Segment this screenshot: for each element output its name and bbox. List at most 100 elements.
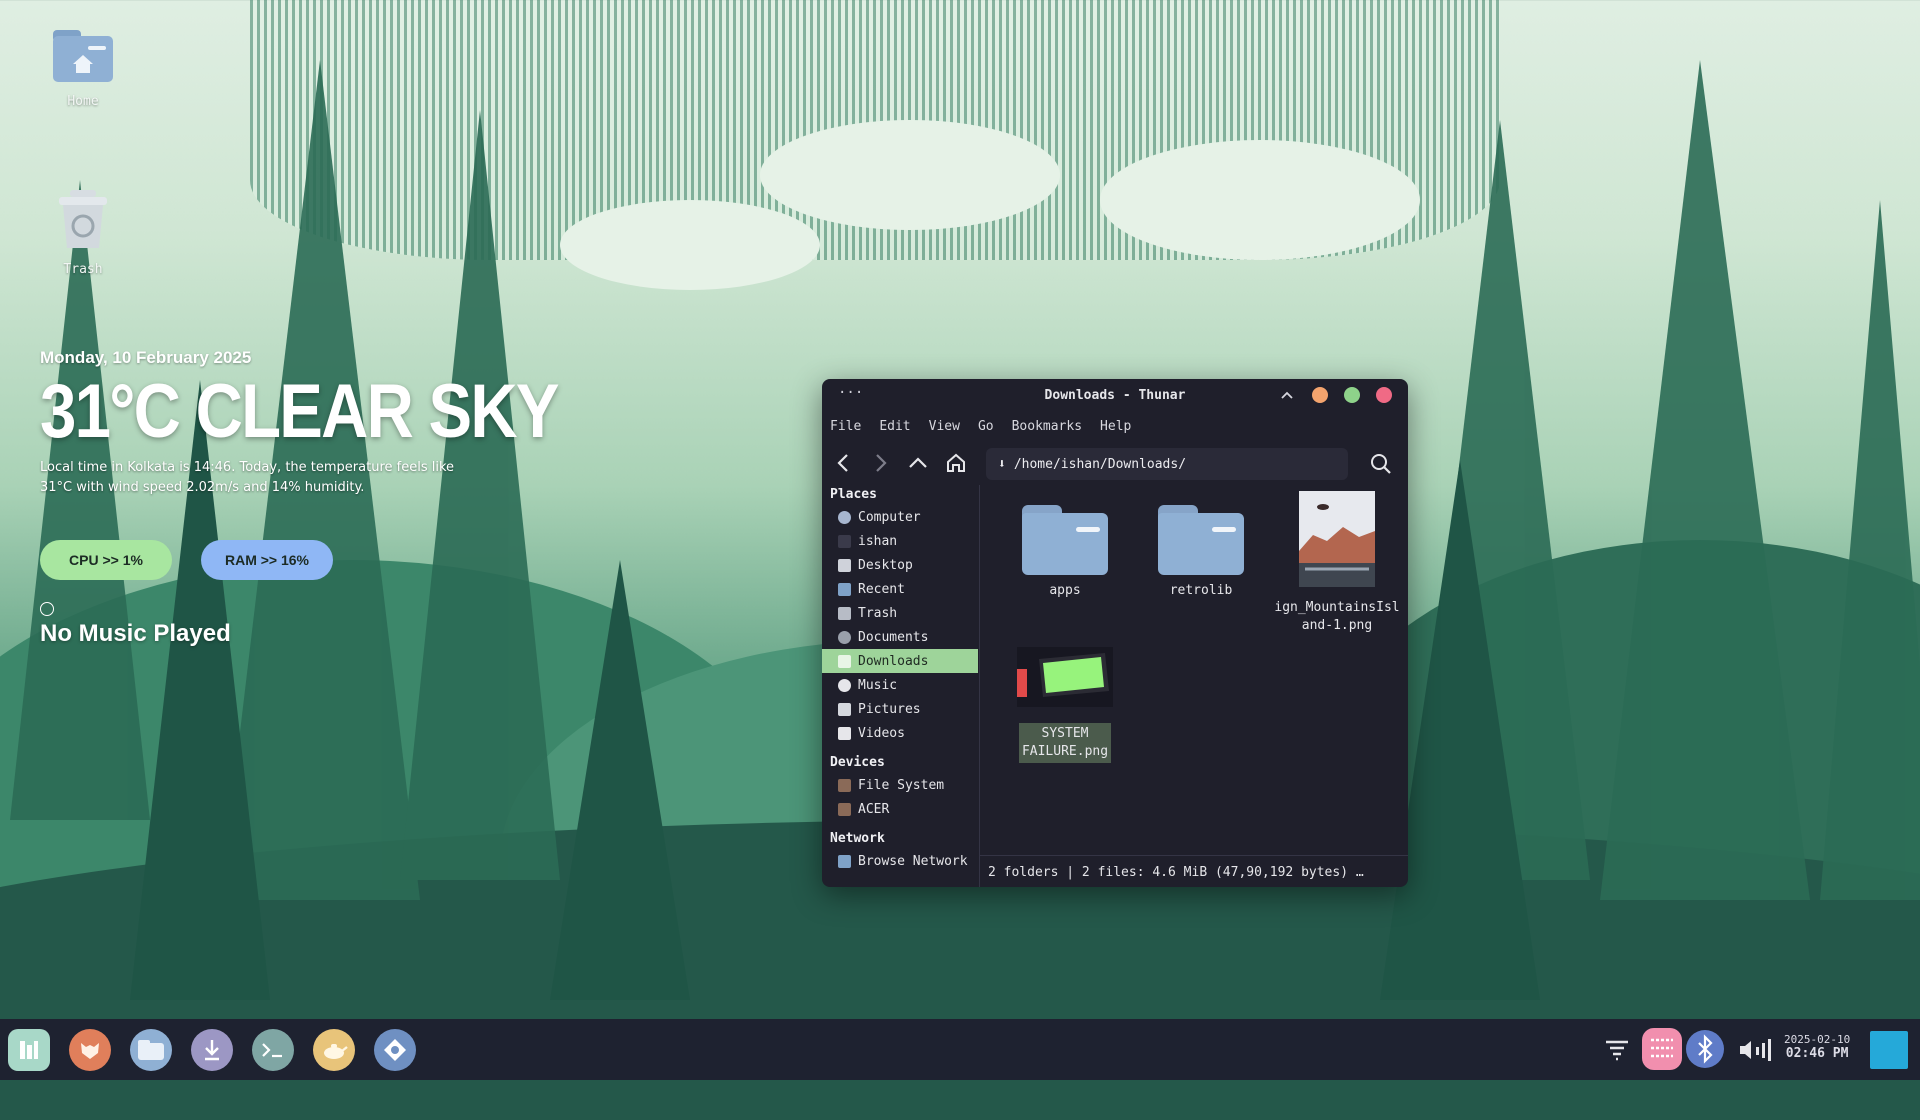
drive-icon	[838, 778, 851, 792]
weather-widget: Monday, 10 February 2025 31°C CLEAR SKY …	[40, 348, 642, 647]
location-bar[interactable]: ⬇ /home/ishan/Downloads/	[986, 448, 1348, 480]
terminal-prompt-icon	[262, 1043, 282, 1058]
cpu-pill: CPU >> 1%	[40, 540, 172, 580]
folder-icon	[1158, 505, 1244, 575]
sidebar-item-music[interactable]: Music	[822, 673, 978, 697]
window-titlebar[interactable]: ··· Downloads - Thunar	[822, 379, 1408, 413]
search-icon[interactable]	[1370, 453, 1392, 475]
drive-icon	[838, 802, 851, 816]
file-item-mountains-image[interactable]: ign_MountainsIsland-1.png	[1272, 485, 1402, 635]
location-path: /home/ishan/Downloads/	[1013, 456, 1187, 472]
sidebar-item-label: Computer	[858, 509, 921, 525]
bluetooth-icon	[1698, 1034, 1713, 1064]
file-item-system-failure-image[interactable]: SYSTEM FAILURE.png	[1000, 647, 1130, 763]
sidebar-item-browse-network[interactable]: Browse Network	[822, 849, 978, 873]
terminal-launcher[interactable]	[252, 1029, 294, 1071]
file-view: apps retrolib ign_MountainsIsland-1.png	[980, 485, 1408, 855]
ram-pill: RAM >> 16%	[201, 540, 333, 580]
sidebar-item-label: Desktop	[858, 557, 913, 573]
files-launcher[interactable]	[130, 1029, 172, 1071]
sidebar-item-computer[interactable]: Computer	[822, 505, 978, 529]
sidebar-item-videos[interactable]: Videos	[822, 721, 978, 745]
sidebar-header-network: Network	[830, 831, 885, 846]
back-icon[interactable]	[832, 451, 856, 475]
sidebar-item-label: Pictures	[858, 701, 921, 717]
menu-view[interactable]: View	[929, 419, 960, 439]
menu-go[interactable]: Go	[978, 419, 994, 439]
minimize-button[interactable]	[1312, 387, 1328, 403]
sidebar: Places Computer ishan Desktop Recent Tra…	[822, 485, 978, 887]
music-note-icon	[838, 678, 851, 692]
download-icon	[205, 1040, 219, 1061]
home-icon[interactable]	[944, 451, 968, 475]
taskbar: 2025-02-10 02:46 PM	[0, 1019, 1920, 1080]
downloader-launcher[interactable]	[191, 1029, 233, 1071]
toolbar: ⬇ /home/ishan/Downloads/	[822, 445, 1408, 481]
maximize-button[interactable]	[1344, 387, 1360, 403]
folder-icon	[1022, 505, 1108, 575]
file-item-apps[interactable]: apps	[1000, 485, 1130, 598]
desktop-icon-label: Home	[67, 94, 99, 109]
file-name: SYSTEM FAILURE.png	[1019, 723, 1111, 763]
sidebar-header-places: Places	[830, 487, 877, 502]
bluetooth-button[interactable]	[1686, 1030, 1724, 1068]
sidebar-item-acer[interactable]: ACER	[822, 797, 978, 821]
status-text: 2 folders | 2 files: 4.6 MiB (47,90,192 …	[988, 864, 1364, 880]
pictures-icon	[838, 702, 851, 716]
file-item-retrolib[interactable]: retrolib	[1136, 485, 1266, 598]
file-name: retrolib	[1169, 583, 1233, 598]
weather-description: Local time in Kolkata is 14:46. Today, t…	[40, 460, 455, 495]
clock-time: 02:46 PM	[1785, 1046, 1849, 1061]
parent-folder-icon[interactable]	[906, 451, 930, 475]
app-grid-icon	[20, 1041, 38, 1059]
desktop-icon-trash[interactable]: Trash	[28, 188, 138, 277]
firefox-launcher[interactable]	[69, 1029, 111, 1071]
clock-date: 2025-02-10	[1784, 1033, 1851, 1046]
calendar-app-icon[interactable]	[1642, 1028, 1682, 1070]
editor-launcher[interactable]	[313, 1029, 355, 1071]
sidebar-item-downloads[interactable]: Downloads	[822, 649, 978, 673]
sidebar-item-ishan[interactable]: ishan	[822, 529, 978, 553]
forward-icon[interactable]	[868, 451, 892, 475]
clock[interactable]: 2025-02-10 02:46 PM	[1784, 1033, 1850, 1061]
sidebar-item-pictures[interactable]: Pictures	[822, 697, 978, 721]
volume-icon[interactable]	[1737, 1037, 1773, 1063]
widget-date: Monday, 10 February 2025	[40, 348, 252, 367]
close-button[interactable]	[1376, 387, 1392, 403]
folder-icon	[138, 1040, 164, 1060]
desktop-icon	[838, 558, 851, 572]
sidebar-item-label: File System	[858, 777, 945, 793]
app-menu-button[interactable]	[8, 1029, 50, 1071]
shade-window-icon[interactable]	[1279, 387, 1295, 403]
sidebar-header-devices: Devices	[830, 755, 885, 770]
sidebar-item-label: Music	[858, 677, 898, 693]
status-bar: 2 folders | 2 files: 4.6 MiB (47,90,192 …	[980, 855, 1408, 887]
browser-fox-icon	[81, 1043, 99, 1059]
file-name: ign_MountainsIsland-1.png	[1274, 600, 1400, 633]
sidebar-item-desktop[interactable]: Desktop	[822, 553, 978, 577]
file-name: apps	[1049, 583, 1081, 598]
menu-help[interactable]: Help	[1100, 419, 1131, 439]
image-thumbnail	[1299, 491, 1375, 587]
teapot-icon	[324, 1044, 348, 1059]
sidebar-item-recent[interactable]: Recent	[822, 577, 978, 601]
menu-bookmarks[interactable]: Bookmarks	[1012, 419, 1082, 439]
music-status: No Music Played	[40, 620, 231, 647]
diamond-settings-icon	[384, 1039, 406, 1061]
music-status-icon	[40, 602, 54, 616]
desktop-icon-label: Trash	[63, 262, 103, 277]
file-manager-window: ··· Downloads - Thunar File Edit View Go…	[822, 379, 1408, 887]
desktop-icon-home[interactable]: Home	[28, 28, 138, 109]
sidebar-item-trash[interactable]: Trash	[822, 601, 978, 625]
show-desktop-button[interactable]	[1870, 1031, 1908, 1069]
sidebar-item-label: Recent	[858, 581, 905, 597]
settings-launcher[interactable]	[374, 1029, 416, 1071]
sidebar-item-documents[interactable]: Documents	[822, 625, 978, 649]
network-filter-icon[interactable]	[1604, 1039, 1630, 1061]
sidebar-item-label: Browse Network	[858, 853, 968, 869]
home-icon	[838, 534, 851, 548]
home-folder-icon	[53, 30, 113, 82]
menu-file[interactable]: File	[830, 419, 861, 439]
menu-edit[interactable]: Edit	[879, 419, 910, 439]
sidebar-item-file-system[interactable]: File System	[822, 773, 978, 797]
